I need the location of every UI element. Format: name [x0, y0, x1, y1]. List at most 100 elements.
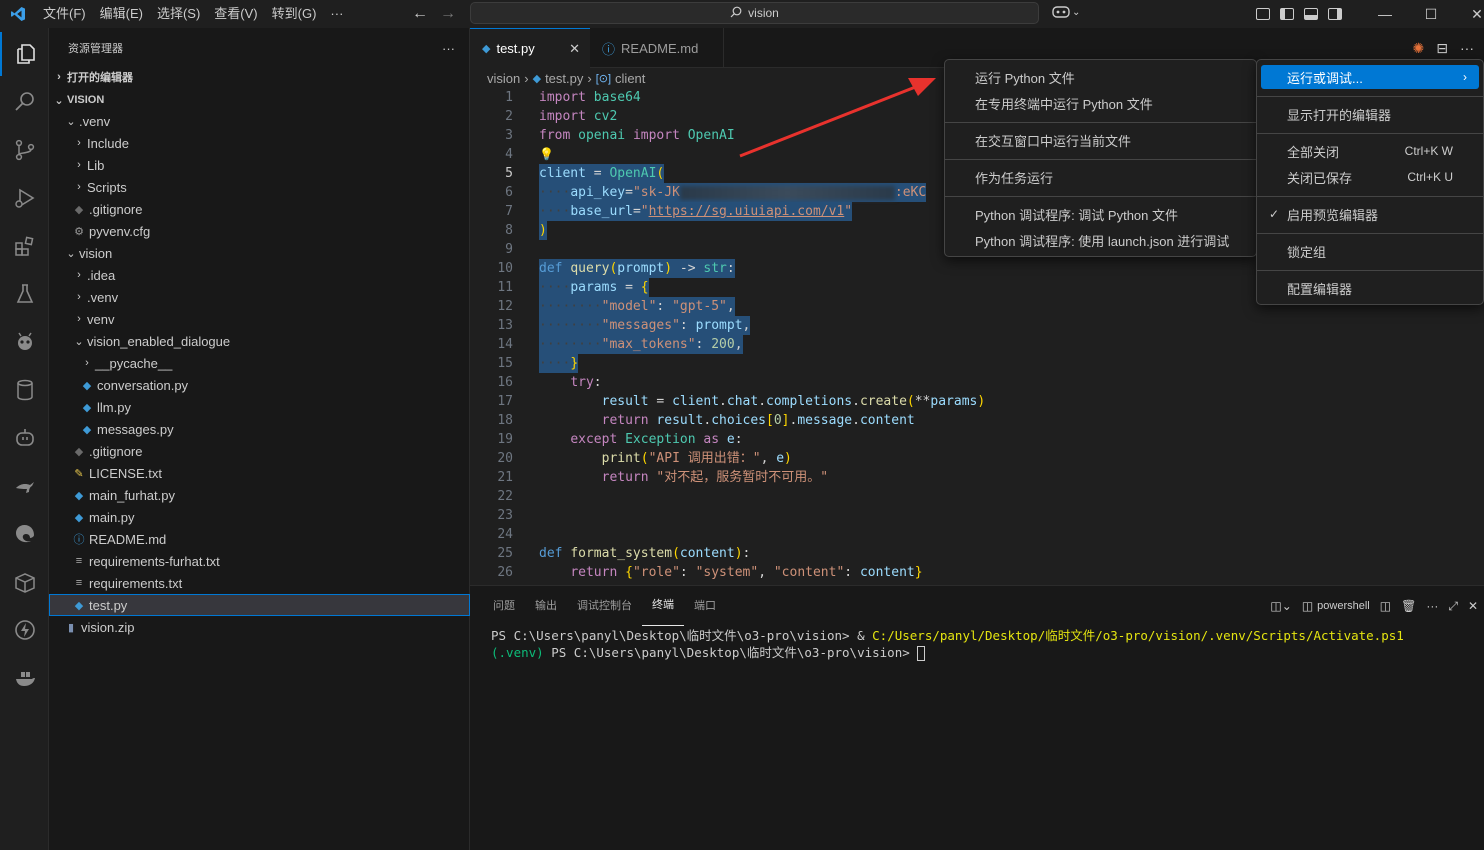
- copilot-button[interactable]: ⌄: [1052, 4, 1080, 21]
- tree-file[interactable]: ⓘ README.md: [49, 528, 470, 550]
- split-editor-icon[interactable]: ⊟: [1436, 40, 1448, 57]
- explorer-title: 资源管理器: [68, 43, 123, 55]
- tree-folder[interactable]: › .idea: [49, 264, 470, 286]
- trash-icon[interactable]: 🗑: [1401, 599, 1416, 613]
- tree-folder[interactable]: › venv: [49, 308, 470, 330]
- explorer-more-icon[interactable]: ···: [442, 41, 455, 56]
- tree-file[interactable]: ◆ conversation.py: [49, 374, 470, 396]
- terminal-cursor[interactable]: [917, 646, 926, 661]
- terminal-shell-name[interactable]: powershell: [1317, 600, 1370, 612]
- close-panel-icon[interactable]: ✕: [1468, 599, 1478, 613]
- tab-test-py[interactable]: ◆ test.py ✕: [470, 28, 590, 68]
- more-actions-icon[interactable]: ···: [1426, 599, 1438, 613]
- tree-file[interactable]: ⚙ pyvenv.cfg: [49, 220, 470, 242]
- enable-preview-item[interactable]: ✓ 启用预览编辑器: [1261, 202, 1479, 226]
- tree-file[interactable]: ◆ main_furhat.py: [49, 484, 470, 506]
- chevron-right-icon: ›: [77, 137, 81, 149]
- docker-icon[interactable]: [0, 656, 49, 700]
- toggle-panel-icon[interactable]: [1304, 8, 1318, 20]
- database-icon[interactable]: [0, 368, 49, 412]
- command-center-search[interactable]: vision: [470, 2, 1039, 24]
- maximize-icon[interactable]: ☐: [1408, 6, 1454, 23]
- tree-folder[interactable]: › Lib: [49, 154, 470, 176]
- run-debug-icon[interactable]: [0, 176, 49, 220]
- tab-ports[interactable]: 端口: [684, 586, 726, 626]
- edge-icon[interactable]: [0, 512, 49, 556]
- tree-folder[interactable]: › __pycache__: [49, 352, 470, 374]
- tab-problems[interactable]: 问题: [483, 586, 525, 626]
- tree-folder[interactable]: ⌄ vision: [49, 242, 470, 264]
- menu-file[interactable]: 文件(F): [36, 0, 93, 28]
- debug-launch-json-item[interactable]: Python 调试程序: 使用 launch.json 进行调试: [949, 228, 1252, 252]
- tree-file[interactable]: ◆ llm.py: [49, 396, 470, 418]
- tree-folder[interactable]: ⌄ vision_enabled_dialogue: [49, 330, 470, 352]
- forward-arrow-icon[interactable]: →: [440, 5, 456, 23]
- alien-extension-icon[interactable]: [0, 320, 49, 364]
- breadcrumb-folder[interactable]: vision: [487, 71, 520, 86]
- lightning-icon[interactable]: [0, 608, 49, 652]
- search-icon[interactable]: [0, 80, 49, 124]
- tree-folder[interactable]: ⌄ .venv: [49, 110, 470, 132]
- minimize-icon[interactable]: —: [1362, 6, 1408, 22]
- tree-file[interactable]: ≡ requirements-furhat.txt: [49, 550, 470, 572]
- run-in-dedicated-terminal-item[interactable]: 在专用终端中运行 Python 文件: [949, 91, 1252, 115]
- robot-icon[interactable]: [0, 416, 49, 460]
- close-window-icon[interactable]: ✕: [1454, 6, 1484, 23]
- toggle-secondary-sidebar-icon[interactable]: [1328, 8, 1342, 20]
- workspace-root[interactable]: ⌄ VISION: [49, 89, 470, 111]
- menu-view[interactable]: 查看(V): [207, 0, 264, 28]
- tab-terminal[interactable]: 终端: [642, 586, 684, 626]
- split-terminal-icon[interactable]: ◫: [1380, 599, 1391, 613]
- tree-file[interactable]: ▮ vision.zip: [49, 616, 470, 638]
- tab-label: test.py: [496, 41, 535, 56]
- menu-more[interactable]: ···: [323, 0, 350, 28]
- breadcrumb-file[interactable]: test.py: [545, 71, 583, 86]
- tree-folder[interactable]: › Scripts: [49, 176, 470, 198]
- run-in-interactive-window-item[interactable]: 在交互窗口中运行当前文件: [949, 128, 1252, 152]
- close-all-item[interactable]: 全部关闭 Ctrl+K W: [1261, 139, 1479, 163]
- toggle-primary-sidebar-icon[interactable]: [1280, 8, 1294, 20]
- menu-go[interactable]: 转到(G): [265, 0, 324, 28]
- debug-python-file-item[interactable]: Python 调试程序: 调试 Python 文件: [949, 202, 1252, 226]
- spark-icon[interactable]: ✺: [1413, 40, 1425, 57]
- open-editors-section[interactable]: › 打开的编辑器: [49, 66, 470, 88]
- tree-file[interactable]: ≡ requirements.txt: [49, 572, 470, 594]
- code-url-link[interactable]: https://sg.uiuiapi.com/v1: [649, 204, 845, 219]
- menu-edit[interactable]: 编辑(E): [93, 0, 150, 28]
- tree-file[interactable]: ◆ main.py: [49, 506, 470, 528]
- code-token: Exception: [625, 432, 696, 447]
- kangaroo-icon[interactable]: [0, 464, 49, 508]
- tree-file[interactable]: ✎ LICENSE.txt: [49, 462, 470, 484]
- menu-selection[interactable]: 选择(S): [150, 0, 207, 28]
- tree-file[interactable]: ◆ .gitignore: [49, 440, 470, 462]
- more-actions-icon[interactable]: ···: [1460, 40, 1474, 56]
- maximize-panel-icon[interactable]: ⤢: [1448, 599, 1458, 614]
- python-file-icon: ◆: [82, 401, 92, 414]
- tree-file[interactable]: ◆ messages.py: [49, 418, 470, 440]
- close-tab-icon[interactable]: ✕: [569, 41, 580, 57]
- run-python-file-item[interactable]: 运行 Python 文件: [949, 65, 1252, 89]
- close-saved-item[interactable]: 关闭已保存 Ctrl+K U: [1261, 165, 1479, 189]
- run-or-debug-item[interactable]: 运行或调试... ›: [1261, 65, 1479, 89]
- tab-output[interactable]: 输出: [525, 586, 567, 626]
- customize-layout-icon[interactable]: [1256, 8, 1270, 20]
- source-control-icon[interactable]: [0, 128, 49, 172]
- breadcrumb-symbol[interactable]: client: [615, 71, 645, 86]
- tree-folder[interactable]: › Include: [49, 132, 470, 154]
- show-open-editors-item[interactable]: 显示打开的编辑器: [1261, 102, 1479, 126]
- new-terminal-split-icon[interactable]: ◫⌄: [1270, 599, 1291, 613]
- back-arrow-icon[interactable]: ←: [412, 5, 428, 23]
- tree-file-selected[interactable]: ◆ test.py: [49, 594, 470, 616]
- testing-flask-icon[interactable]: [0, 272, 49, 316]
- lock-group-item[interactable]: 锁定组: [1261, 239, 1479, 263]
- explorer-icon[interactable]: [0, 32, 49, 76]
- tab-debug-console[interactable]: 调试控制台: [567, 586, 642, 626]
- run-as-task-item[interactable]: 作为任务运行: [949, 165, 1252, 189]
- package-icon[interactable]: [0, 560, 49, 604]
- configure-editors-item[interactable]: 配置编辑器: [1261, 276, 1479, 300]
- tab-readme[interactable]: ⓘ README.md: [590, 28, 724, 68]
- extensions-icon[interactable]: [0, 224, 49, 268]
- lightbulb-icon[interactable]: 💡: [539, 147, 554, 161]
- tree-folder[interactable]: › .venv: [49, 286, 470, 308]
- tree-file[interactable]: ◆ .gitignore: [49, 198, 470, 220]
